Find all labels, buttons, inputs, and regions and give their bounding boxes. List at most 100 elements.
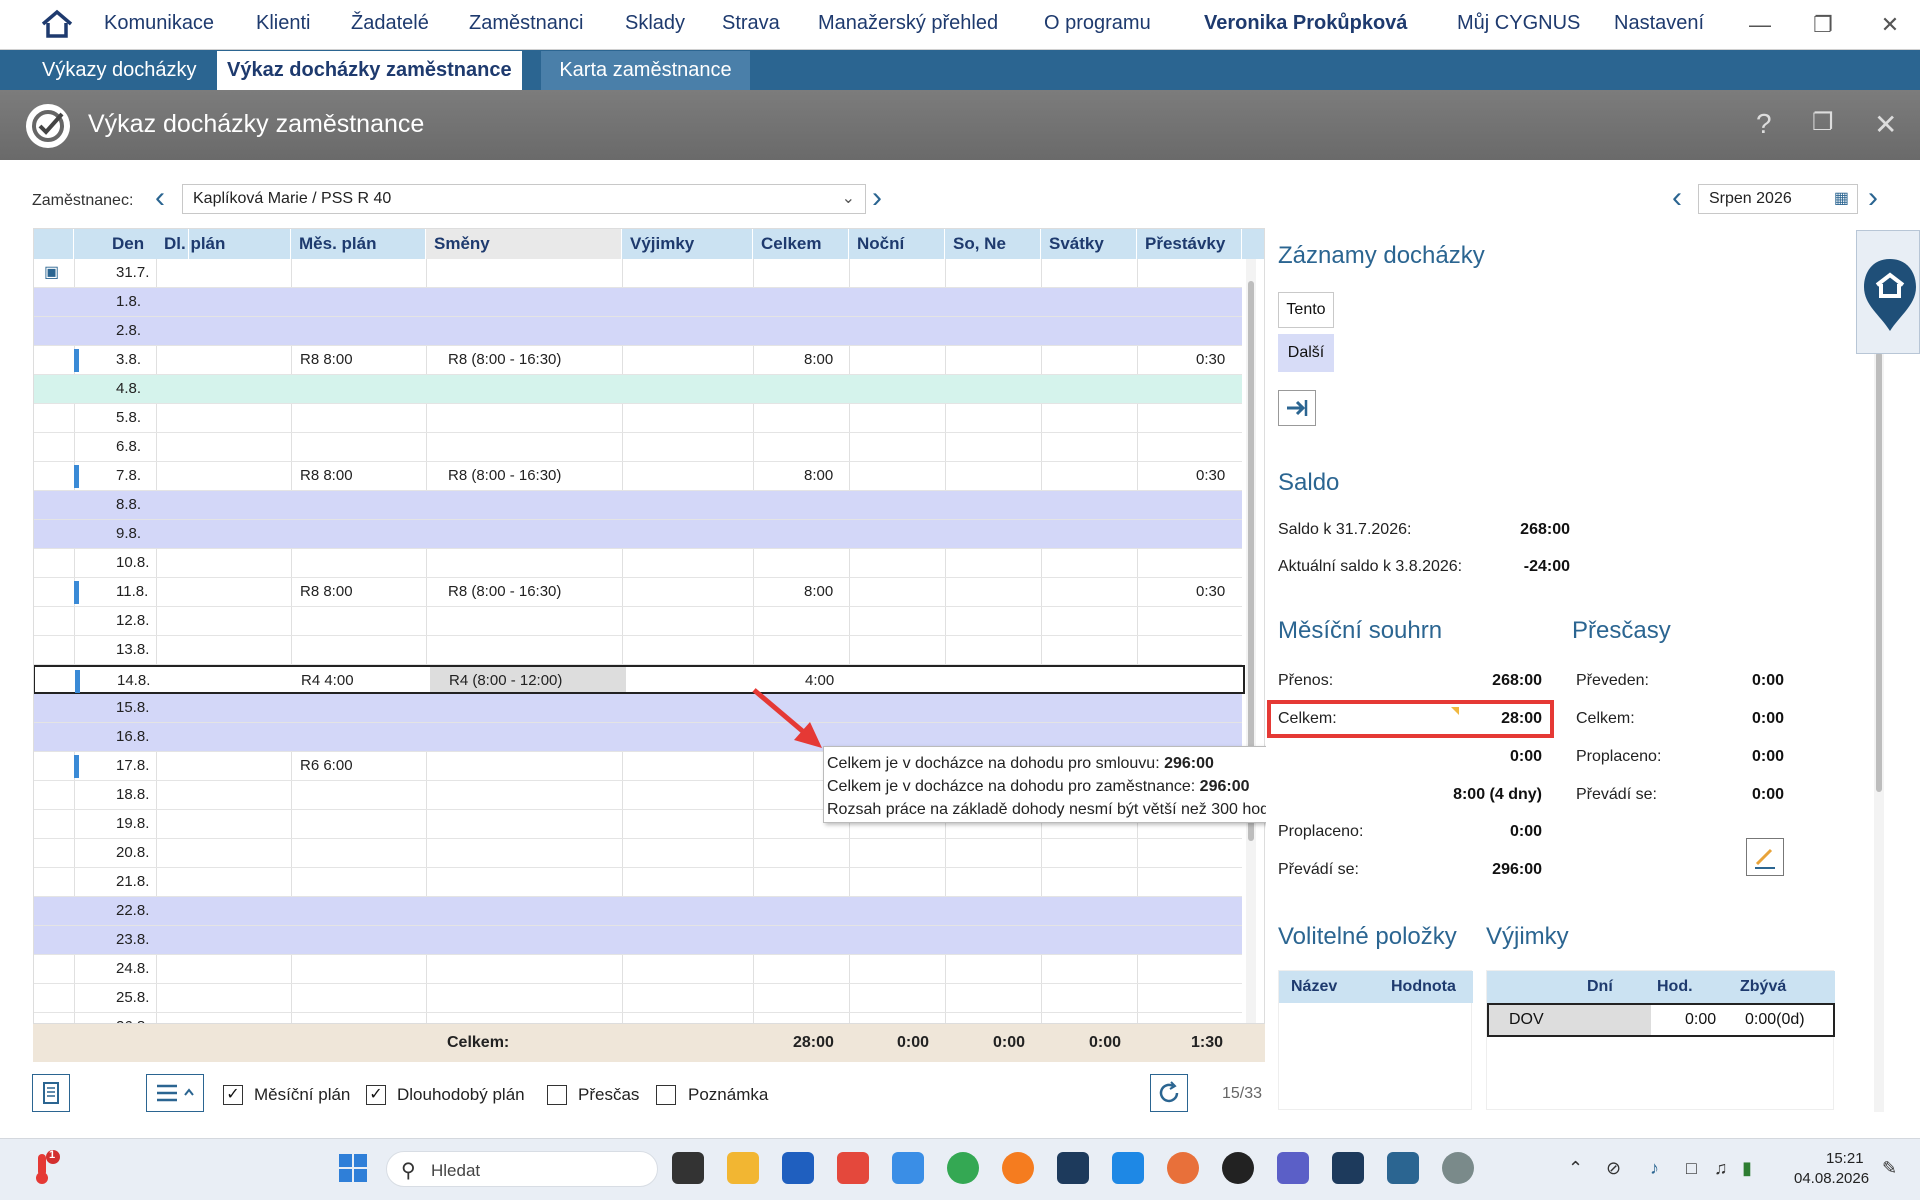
settings-app-icon[interactable] xyxy=(1112,1152,1144,1184)
table-row[interactable]: 12.8. xyxy=(34,607,1242,636)
exceptions-col-dni[interactable]: Dní xyxy=(1587,978,1613,996)
grid-col-vyjimky[interactable]: Výjimky xyxy=(622,229,753,259)
menu-o-programu[interactable]: O programu xyxy=(1044,12,1151,35)
menu-muj-cygnus[interactable]: Můj CYGNUS xyxy=(1457,12,1580,35)
tento-button[interactable]: Tento xyxy=(1278,292,1334,328)
optional-col-nazev[interactable]: Název xyxy=(1291,978,1337,996)
table-row[interactable]: 2.8. xyxy=(34,317,1242,346)
grid-col-celkem[interactable]: Celkem xyxy=(753,229,849,259)
taskbar-search[interactable]: ⚲ Hledat xyxy=(386,1151,658,1187)
optional-col-hodnota[interactable]: Hodnota xyxy=(1391,978,1456,996)
side-help-badge[interactable] xyxy=(1856,230,1920,354)
table-row[interactable]: 11.8. R8 8:00 R8 (8:00 - 16:30) 8:00 0:30 xyxy=(34,578,1242,607)
print-button[interactable] xyxy=(32,1074,70,1112)
help-icon[interactable]: ? xyxy=(1756,108,1772,140)
tray-volume-icon[interactable]: ♫ xyxy=(1714,1158,1728,1179)
panel-scrollbar-thumb[interactable] xyxy=(1876,352,1882,792)
menu-zadatele[interactable]: Žadatelé xyxy=(351,12,429,35)
menu-komunikace[interactable]: Komunikace xyxy=(104,12,214,35)
exceptions-row[interactable]: DOV 0:00 0:00(0d) xyxy=(1487,1003,1835,1037)
table-row[interactable]: 20.8. xyxy=(34,839,1242,868)
table-row[interactable]: 13.8. xyxy=(34,636,1242,665)
menu-manazersky-prehled[interactable]: Manažerský přehled xyxy=(818,12,998,35)
clock-time[interactable]: 15:21 xyxy=(1826,1150,1864,1167)
table-row[interactable]: 10.8. xyxy=(34,549,1242,578)
grid-col-so-ne[interactable]: So, Ne xyxy=(945,229,1041,259)
table-row[interactable]: 7.8. R8 8:00 R8 (8:00 - 16:30) 8:00 0:30 xyxy=(34,462,1242,491)
table-row[interactable]: 9.8. xyxy=(34,520,1242,549)
app-circle-icon[interactable] xyxy=(1442,1152,1474,1184)
tray-chevron-up-icon[interactable]: ⌃ xyxy=(1568,1158,1583,1179)
store-icon[interactable] xyxy=(782,1152,814,1184)
export-button[interactable] xyxy=(1278,390,1316,426)
window-close-icon[interactable]: ✕ xyxy=(1874,108,1897,141)
grid-col-nocni[interactable]: Noční xyxy=(849,229,945,259)
calendar-icon[interactable]: ▦ xyxy=(1834,185,1849,213)
grid-scrollbar[interactable] xyxy=(1246,259,1256,1023)
claude-icon[interactable] xyxy=(1167,1152,1199,1184)
tab-vykaz-dochazky-zamestnance[interactable]: Výkaz docházky zaměstnance xyxy=(217,51,522,90)
prev-employee-icon[interactable]: ‹ xyxy=(155,183,165,213)
table-row[interactable]: 23.8. xyxy=(34,926,1242,955)
menu-sklady[interactable]: Sklady xyxy=(625,12,685,35)
teamviewer-icon[interactable] xyxy=(1057,1152,1089,1184)
grid-col-dl-plan[interactable]: Dl. plán xyxy=(156,229,291,259)
table-row[interactable]: 15.8. xyxy=(34,694,1242,723)
panel-scrollbar[interactable] xyxy=(1874,260,1884,1112)
chatgpt-icon[interactable] xyxy=(1222,1152,1254,1184)
checkbox-mesicni-plan[interactable]: ✓ xyxy=(223,1085,243,1105)
table-row[interactable]: 14.8. R4 4:00 R4 (8:00 - 12:00) 4:00 xyxy=(34,665,1245,694)
employee-select[interactable]: Kaplíková Marie / PSS R 40 ⌄ xyxy=(182,184,866,214)
table-row[interactable]: 4.8. xyxy=(34,375,1242,404)
table-row[interactable]: 22.8. xyxy=(34,897,1242,926)
table-row[interactable]: 26.8. xyxy=(34,1013,1242,1023)
firefox-icon[interactable] xyxy=(1002,1152,1034,1184)
tab-karta-zamestnance[interactable]: Karta zaměstnance xyxy=(541,51,750,90)
refresh-button[interactable] xyxy=(1150,1074,1188,1112)
table-row[interactable]: 1.8. xyxy=(34,288,1242,317)
menu-button[interactable] xyxy=(146,1074,204,1112)
grid-col-prestavky[interactable]: Přestávky xyxy=(1137,229,1242,259)
checkbox-prescas[interactable] xyxy=(547,1085,567,1105)
table-row[interactable]: 6.8. xyxy=(34,433,1242,462)
menu-nastaveni[interactable]: Nastavení xyxy=(1614,12,1704,35)
dalsi-button[interactable]: Další xyxy=(1278,334,1334,372)
table-row[interactable]: 24.8. xyxy=(34,955,1242,984)
table-row[interactable]: 8.8. xyxy=(34,491,1242,520)
task-view-icon[interactable] xyxy=(672,1152,704,1184)
minimize-icon[interactable]: — xyxy=(1740,8,1780,42)
windows-start-icon[interactable] xyxy=(338,1153,368,1183)
notifications-icon[interactable]: ✎ xyxy=(1882,1158,1897,1179)
tab-vykazy-dochazky[interactable]: Výkazy docházky xyxy=(32,51,207,90)
menu-zamestnanci[interactable]: Zaměstnanci xyxy=(469,12,584,35)
file-explorer-icon[interactable] xyxy=(727,1152,759,1184)
next-employee-icon[interactable]: › xyxy=(872,183,882,213)
grid-col-mes-plan[interactable]: Měs. plán xyxy=(291,229,426,259)
grid-col-smeny[interactable]: Směny xyxy=(426,229,622,259)
clock-date[interactable]: 04.08.2026 xyxy=(1794,1170,1869,1187)
checkbox-dlouhodoby-plan[interactable]: ✓ xyxy=(366,1085,386,1105)
restore-icon[interactable]: ❐ xyxy=(1803,8,1843,42)
menu-klienti[interactable]: Klienti xyxy=(256,12,310,35)
chrome-icon[interactable] xyxy=(947,1152,979,1184)
tray-monitor-icon[interactable]: □ xyxy=(1686,1158,1697,1179)
table-row[interactable]: ▣ 31.7. xyxy=(34,259,1242,288)
tray-battery-icon[interactable]: ▮ xyxy=(1742,1158,1752,1179)
table-row[interactable]: 5.8. xyxy=(34,404,1242,433)
app-s-icon[interactable] xyxy=(837,1152,869,1184)
grid-col-svatky[interactable]: Svátky xyxy=(1041,229,1137,259)
next-month-icon[interactable]: › xyxy=(1868,183,1878,213)
table-row[interactable]: 21.8. xyxy=(34,868,1242,897)
thermometer-widget-icon[interactable]: 1 xyxy=(26,1148,60,1186)
mail-icon[interactable] xyxy=(892,1152,924,1184)
exceptions-col-zbyva[interactable]: Zbývá xyxy=(1740,978,1786,996)
edit-overtime-button[interactable] xyxy=(1746,838,1784,876)
checkbox-poznamka[interactable] xyxy=(656,1085,676,1105)
menu-strava[interactable]: Strava xyxy=(722,12,780,35)
window-restore-icon[interactable]: ❐ xyxy=(1812,108,1834,137)
close-icon[interactable]: ✕ xyxy=(1870,8,1910,42)
month-picker[interactable]: Srpen 2026 ▦ xyxy=(1698,184,1858,214)
cygnus-icon[interactable] xyxy=(1387,1152,1419,1184)
table-row[interactable]: 25.8. xyxy=(34,984,1242,1013)
teamviewer-2-icon[interactable] xyxy=(1332,1152,1364,1184)
